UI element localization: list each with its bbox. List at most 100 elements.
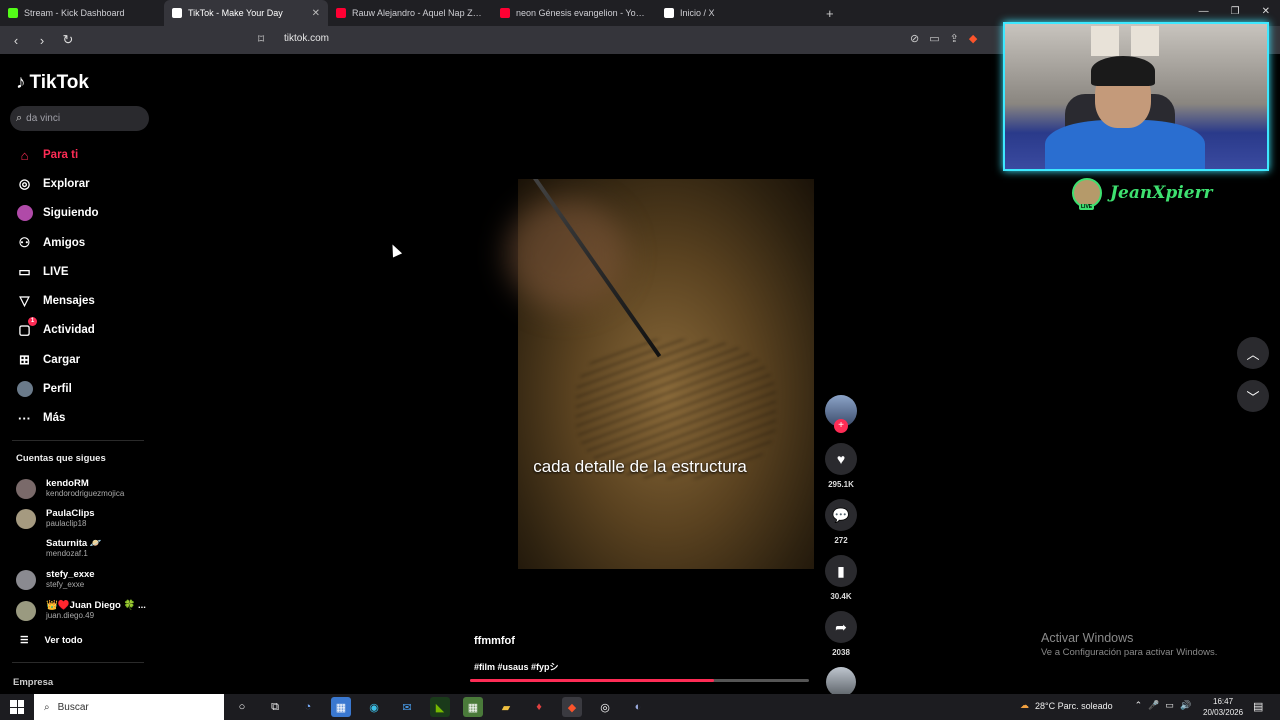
tab-kick[interactable]: Stream - Kick Dashboard: [0, 0, 164, 26]
restore-icon[interactable]: ❐: [1231, 6, 1240, 17]
cortana-icon[interactable]: ○: [232, 697, 252, 717]
footer-empresa-link[interactable]: Empresa: [13, 677, 53, 688]
network-icon[interactable]: ▭: [1165, 700, 1174, 711]
comment-count: 272: [834, 536, 848, 545]
nav-label: Perfil: [43, 383, 72, 395]
logo-text: TikTok: [29, 72, 89, 93]
save-button[interactable]: ▮: [825, 555, 857, 587]
account-item[interactable]: Saturnita 🪐 mendozaf.1: [16, 538, 102, 559]
obs-icon[interactable]: ◎: [595, 697, 615, 717]
streamer-tag: LIVE JeanXpierr: [1072, 178, 1213, 210]
next-video-button[interactable]: ﹀: [1237, 380, 1269, 412]
tab-title: Inicio / X: [680, 8, 715, 18]
tiktok-note-icon: ♪: [16, 72, 26, 93]
bookmark-icon[interactable]: ⌑: [258, 32, 264, 46]
account-name: PaulaClips: [46, 508, 95, 519]
streamer-hair: [1091, 56, 1155, 86]
share-button[interactable]: ➦: [825, 611, 857, 643]
nav-explorar[interactable]: ◎ Explorar: [16, 175, 90, 193]
account-item[interactable]: stefy_exxe stefy_exxe: [16, 569, 95, 590]
video-hashtags[interactable]: #film #usaus #fypシ: [474, 660, 559, 673]
video-progress-bar[interactable]: [470, 679, 809, 682]
url-field[interactable]: tiktok.com: [284, 33, 329, 44]
avatar: [16, 600, 36, 621]
speed-icon[interactable]: ◔: [298, 697, 318, 717]
minimize-icon[interactable]: —: [1199, 6, 1209, 17]
avatar: [16, 508, 36, 529]
share-count: 2038: [832, 648, 850, 657]
tracking-icon[interactable]: ⊘: [910, 32, 919, 45]
back-icon[interactable]: ‹: [6, 33, 26, 48]
brave-shield-icon[interactable]: ◆: [969, 32, 977, 45]
weather-text[interactable]: 28°C Parc. soleado: [1035, 701, 1113, 711]
nav-perfil[interactable]: Perfil: [16, 380, 72, 398]
video-username[interactable]: ffmmfof: [474, 635, 515, 647]
notifications-icon[interactable]: ▤: [1253, 700, 1263, 713]
music-disc[interactable]: [826, 667, 856, 697]
tab-youtube-rauw[interactable]: Rauw Alejandro - Aquel Nap ZzZz (A: [328, 0, 492, 26]
live-badge: LIVE: [1079, 204, 1095, 210]
video-player[interactable]: cada detalle de la estructura: [466, 179, 814, 569]
previous-video-button[interactable]: ︿: [1237, 337, 1269, 369]
nvidia-icon[interactable]: ◣: [430, 697, 450, 717]
tiktok-logo[interactable]: ♪ TikTok: [16, 72, 89, 94]
nav-label: Actividad: [43, 324, 95, 336]
new-tab-button[interactable]: +: [826, 6, 834, 21]
green-app-icon[interactable]: ▦: [463, 697, 483, 717]
close-window-icon[interactable]: ✕: [1262, 6, 1270, 17]
mail-icon[interactable]: ✉: [397, 697, 417, 717]
nav-amigos[interactable]: ⚇ Amigos: [16, 234, 86, 252]
account-handle: kendorodriguezmojica: [46, 489, 125, 498]
creator-avatar[interactable]: +: [825, 395, 857, 433]
like-count: 295.1K: [828, 480, 854, 489]
x-icon: [664, 8, 674, 18]
nav-mas[interactable]: ··· Más: [16, 409, 65, 427]
mic-icon[interactable]: 🎤: [1148, 700, 1159, 711]
comment-button[interactable]: 💬: [825, 499, 857, 531]
windows-start-icon[interactable]: [10, 700, 24, 714]
tab-tiktok[interactable]: TikTok - Make Your Day ✕: [164, 0, 328, 26]
nav-label: Explorar: [43, 178, 90, 190]
search-input[interactable]: ⌕ da vinci: [10, 106, 149, 131]
account-item[interactable]: PaulaClips paulaclip18: [16, 508, 95, 529]
nav-label: Siguiendo: [43, 207, 99, 219]
nav-actividad[interactable]: ▢ 1 Actividad: [16, 317, 95, 339]
file-explorer-icon[interactable]: ▰: [496, 697, 516, 717]
video-hand: [506, 199, 626, 309]
nav-live[interactable]: ▭ LIVE: [16, 263, 68, 281]
like-button[interactable]: ♥: [825, 443, 857, 475]
edge-icon[interactable]: ◉: [364, 697, 384, 717]
windows-taskbar: ⌕ Buscar ○ ⧉ ◔ ▦ ◉ ✉ ◣ ▦ ▰ ♦ ◆ ◎ ◐ ☁ 28°…: [0, 694, 1280, 720]
reload-icon[interactable]: ↻: [58, 32, 78, 48]
account-item[interactable]: kendoRM kendorodriguezmojica: [16, 478, 124, 499]
close-tab-icon[interactable]: ✕: [312, 8, 320, 19]
cast-icon[interactable]: ▭: [929, 32, 939, 45]
brave-icon[interactable]: ◆: [562, 697, 582, 717]
taskbar-search[interactable]: ⌕ Buscar: [34, 694, 224, 720]
search-icon: ⌕: [44, 701, 50, 713]
heart-icon: ♥: [836, 451, 846, 467]
task-view-icon[interactable]: ⧉: [265, 697, 285, 717]
store-icon[interactable]: ▦: [331, 697, 351, 717]
share-icon[interactable]: ⇪: [950, 32, 959, 45]
divider: [12, 440, 144, 441]
see-all-label: Ver todo: [44, 635, 83, 646]
account-item[interactable]: 👑♥️Juan Diego 🍀 ... juan.diego.49: [16, 600, 146, 621]
forward-icon[interactable]: ›: [32, 33, 52, 48]
share-arrow-icon: ➦: [835, 618, 847, 635]
youtube-icon: [336, 8, 346, 18]
nav-mensajes[interactable]: ▽ Mensajes: [16, 292, 95, 310]
nav-para-ti[interactable]: ⌂ Para ti: [16, 146, 79, 164]
nav-cargar[interactable]: ⊞ Cargar: [16, 351, 80, 369]
steam-icon[interactable]: ◐: [628, 697, 648, 717]
volume-icon[interactable]: 🔊: [1180, 700, 1191, 711]
red-app-icon[interactable]: ♦: [529, 697, 549, 717]
tray-chevron-icon[interactable]: ⌃: [1135, 700, 1143, 711]
see-all-button[interactable]: ☰ Ver todo: [20, 635, 83, 646]
tab-x[interactable]: Inicio / X: [656, 0, 820, 26]
taskbar-clock[interactable]: 16:47 20/03/2026: [1203, 696, 1243, 718]
tab-youtube-evangelion[interactable]: neon Génesis evangelion - YouTube: [492, 0, 656, 26]
nav-siguiendo[interactable]: Siguiendo: [16, 204, 99, 222]
account-handle: paulaclip18: [46, 519, 87, 528]
follow-plus-icon[interactable]: +: [834, 419, 848, 433]
